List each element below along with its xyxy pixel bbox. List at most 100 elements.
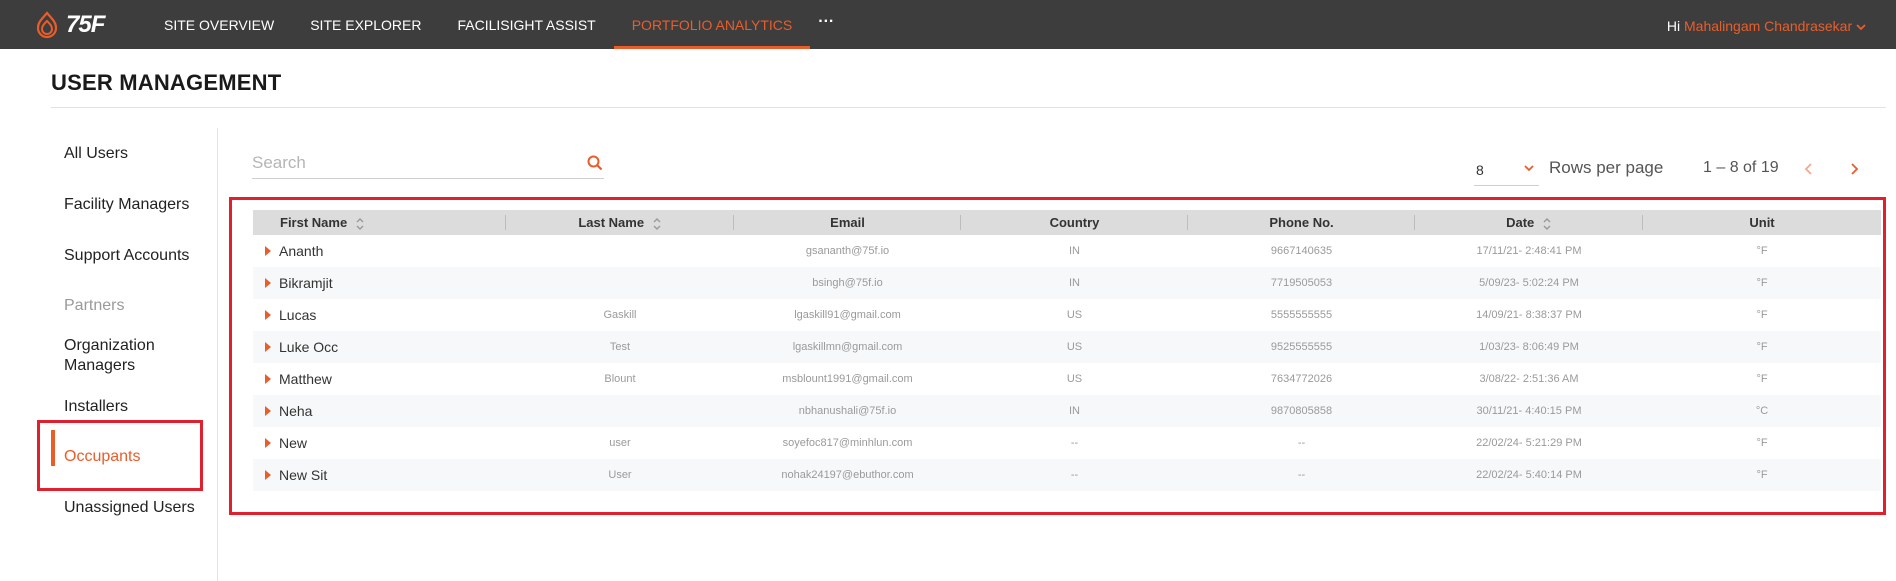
country-cell: IN — [1069, 245, 1080, 257]
rows-per-page-select[interactable]: 8 — [1474, 158, 1539, 186]
column-header-label: Country — [1049, 215, 1100, 230]
date-cell: 22/02/24- 5:21:29 PM — [1476, 437, 1582, 449]
table-row[interactable]: Lucas Gaskill lgaskill91@gmail.com US 555555… — [253, 299, 1881, 331]
user-greeting: Hi — [1666, 18, 1681, 34]
first-name-cell: Ananth — [253, 235, 506, 267]
chevron-right-icon[interactable] — [1845, 160, 1863, 178]
sidebar-item-installers[interactable]: Installers — [64, 397, 128, 417]
first-name-text: Neha — [279, 403, 313, 419]
unit-cell: °F — [1756, 277, 1768, 289]
phone-cell: 7719505053 — [1270, 277, 1333, 289]
nav-facilisight-assist[interactable]: FACILISIGHT ASSIST — [439, 0, 613, 49]
email-cell: lgaskillmn@gmail.com — [792, 341, 903, 353]
last-name-cell: User — [608, 469, 632, 481]
expand-caret-icon[interactable] — [265, 470, 271, 480]
email-cell: nohak24197@ebuthor.com — [781, 469, 914, 481]
column-header-date[interactable]: Date — [1415, 210, 1643, 235]
column-header-label: Email — [830, 215, 865, 230]
first-name-cell: Matthew — [253, 363, 506, 395]
phone-cell: 9870805858 — [1270, 405, 1333, 417]
sidebar-item-support-accounts[interactable]: Support Accounts — [64, 246, 189, 266]
app-logo[interactable]: 75F — [34, 10, 105, 40]
email-cell: msblount1991@gmail.com — [782, 373, 913, 385]
table-header: First Name Last Name Email Country Phone… — [253, 210, 1881, 235]
sidebar-item-all-users[interactable]: All Users — [64, 144, 128, 164]
column-header-label: Unit — [1749, 215, 1775, 230]
last-name-cell — [506, 395, 734, 427]
main-nav: SITE OVERVIEW SITE EXPLORER FACILISIGHT … — [146, 0, 842, 49]
sidebar-item-unassigned-users[interactable]: Unassigned Users — [64, 498, 195, 518]
table-row[interactable]: Neha nbhanushali@75f.io IN 9870805858 30/11/… — [253, 395, 1881, 427]
highlight-box-occupants — [37, 420, 203, 491]
table-row[interactable]: Matthew Blount msblount1991@gmail.com US 763… — [253, 363, 1881, 395]
more-icon[interactable]: ··· — [810, 0, 842, 49]
phone-cell: 7634772026 — [1270, 373, 1333, 385]
table-body: Ananth gsananth@75f.io IN 9667140635 17/11/2… — [253, 235, 1881, 491]
column-header-label: Phone No. — [1269, 215, 1334, 230]
unit-cell: °F — [1756, 373, 1768, 385]
column-header-country: Country — [961, 210, 1188, 235]
expand-caret-icon[interactable] — [265, 246, 271, 256]
date-cell: 3/08/22- 2:51:36 AM — [1479, 373, 1579, 385]
table-row[interactable]: New Sit User nohak24197@ebuthor.com -- -- 22/… — [253, 459, 1881, 491]
expand-caret-icon[interactable] — [265, 406, 271, 416]
search-icon[interactable] — [586, 154, 604, 172]
email-cell: bsingh@75f.io — [812, 277, 883, 289]
column-header-email: Email — [734, 210, 961, 235]
first-name-cell: Luke Occ — [253, 331, 506, 363]
expand-caret-icon[interactable] — [265, 342, 271, 352]
first-name-text: Ananth — [279, 243, 324, 259]
column-header-first-name[interactable]: First Name — [253, 210, 506, 235]
unit-cell: °F — [1756, 341, 1768, 353]
chevron-down-icon — [1856, 24, 1866, 31]
expand-caret-icon[interactable] — [265, 278, 271, 288]
date-cell: 14/09/21- 8:38:37 PM — [1476, 309, 1582, 321]
date-cell: 17/11/21- 2:48:41 PM — [1476, 245, 1582, 257]
country-cell: US — [1066, 309, 1083, 321]
search-input[interactable] — [252, 150, 572, 176]
search-bar — [252, 150, 604, 179]
first-name-text: New Sit — [279, 467, 328, 483]
email-cell: soyefoc817@minhlun.com — [782, 437, 913, 449]
nav-site-explorer[interactable]: SITE EXPLORER — [292, 0, 439, 49]
table-row[interactable]: Bikramjit bsingh@75f.io IN 7719505053 5/09/2… — [253, 267, 1881, 299]
table-row[interactable]: Luke Occ Test lgaskillmn@gmail.com US 952555… — [253, 331, 1881, 363]
nav-site-overview[interactable]: SITE OVERVIEW — [146, 0, 292, 49]
date-cell: 1/03/23- 8:06:49 PM — [1479, 341, 1579, 353]
phone-cell: -- — [1297, 469, 1306, 481]
date-cell: 5/09/23- 5:02:24 PM — [1479, 277, 1579, 289]
page-title: USER MANAGEMENT — [51, 70, 282, 95]
column-header-last-name[interactable]: Last Name — [506, 210, 734, 235]
nav-portfolio-analytics[interactable]: PORTFOLIO ANALYTICS — [613, 0, 811, 49]
sidebar-item-facility-managers[interactable]: Facility Managers — [64, 195, 189, 215]
sort-icon[interactable] — [1542, 217, 1552, 231]
table-row[interactable]: New user soyefoc817@minhlun.com -- -- 22/02/2… — [253, 427, 1881, 459]
phone-cell: 5555555555 — [1270, 309, 1333, 321]
expand-caret-icon[interactable] — [265, 438, 271, 448]
unit-cell: °C — [1755, 405, 1769, 417]
sidebar-section-partners: Partners — [64, 297, 125, 314]
first-name-cell: New — [253, 427, 506, 459]
country-cell: US — [1066, 341, 1083, 353]
first-name-cell: Neha — [253, 395, 506, 427]
top-navigation-bar: 75F SITE OVERVIEW SITE EXPLORER FACILISI… — [0, 0, 1896, 49]
last-name-cell: Gaskill — [603, 309, 637, 321]
chevron-left-icon[interactable] — [1800, 160, 1818, 178]
column-header-label: First Name — [280, 215, 348, 230]
users-table: First Name Last Name Email Country Phone… — [253, 210, 1881, 491]
user-name: Mahalingam Chandrasekar — [1684, 18, 1853, 34]
expand-caret-icon[interactable] — [265, 310, 271, 320]
logo-text: 75F — [66, 11, 105, 38]
user-menu[interactable]: Hi Mahalingam Chandrasekar — [1667, 0, 1866, 49]
first-name-text: Lucas — [279, 307, 317, 323]
expand-caret-icon[interactable] — [265, 374, 271, 384]
sort-icon[interactable] — [652, 217, 662, 231]
pagination-range: 1 – 8 of 19 — [1703, 159, 1779, 176]
first-name-cell: New Sit — [253, 459, 506, 491]
table-row[interactable]: Ananth gsananth@75f.io IN 9667140635 17/11/2… — [253, 235, 1881, 267]
sort-icon[interactable] — [355, 217, 365, 231]
last-name-cell — [506, 235, 734, 267]
first-name-text: Bikramjit — [279, 275, 333, 291]
sidebar-item-organization-managers[interactable]: Organization Managers — [64, 336, 194, 376]
phone-cell: -- — [1297, 437, 1306, 449]
